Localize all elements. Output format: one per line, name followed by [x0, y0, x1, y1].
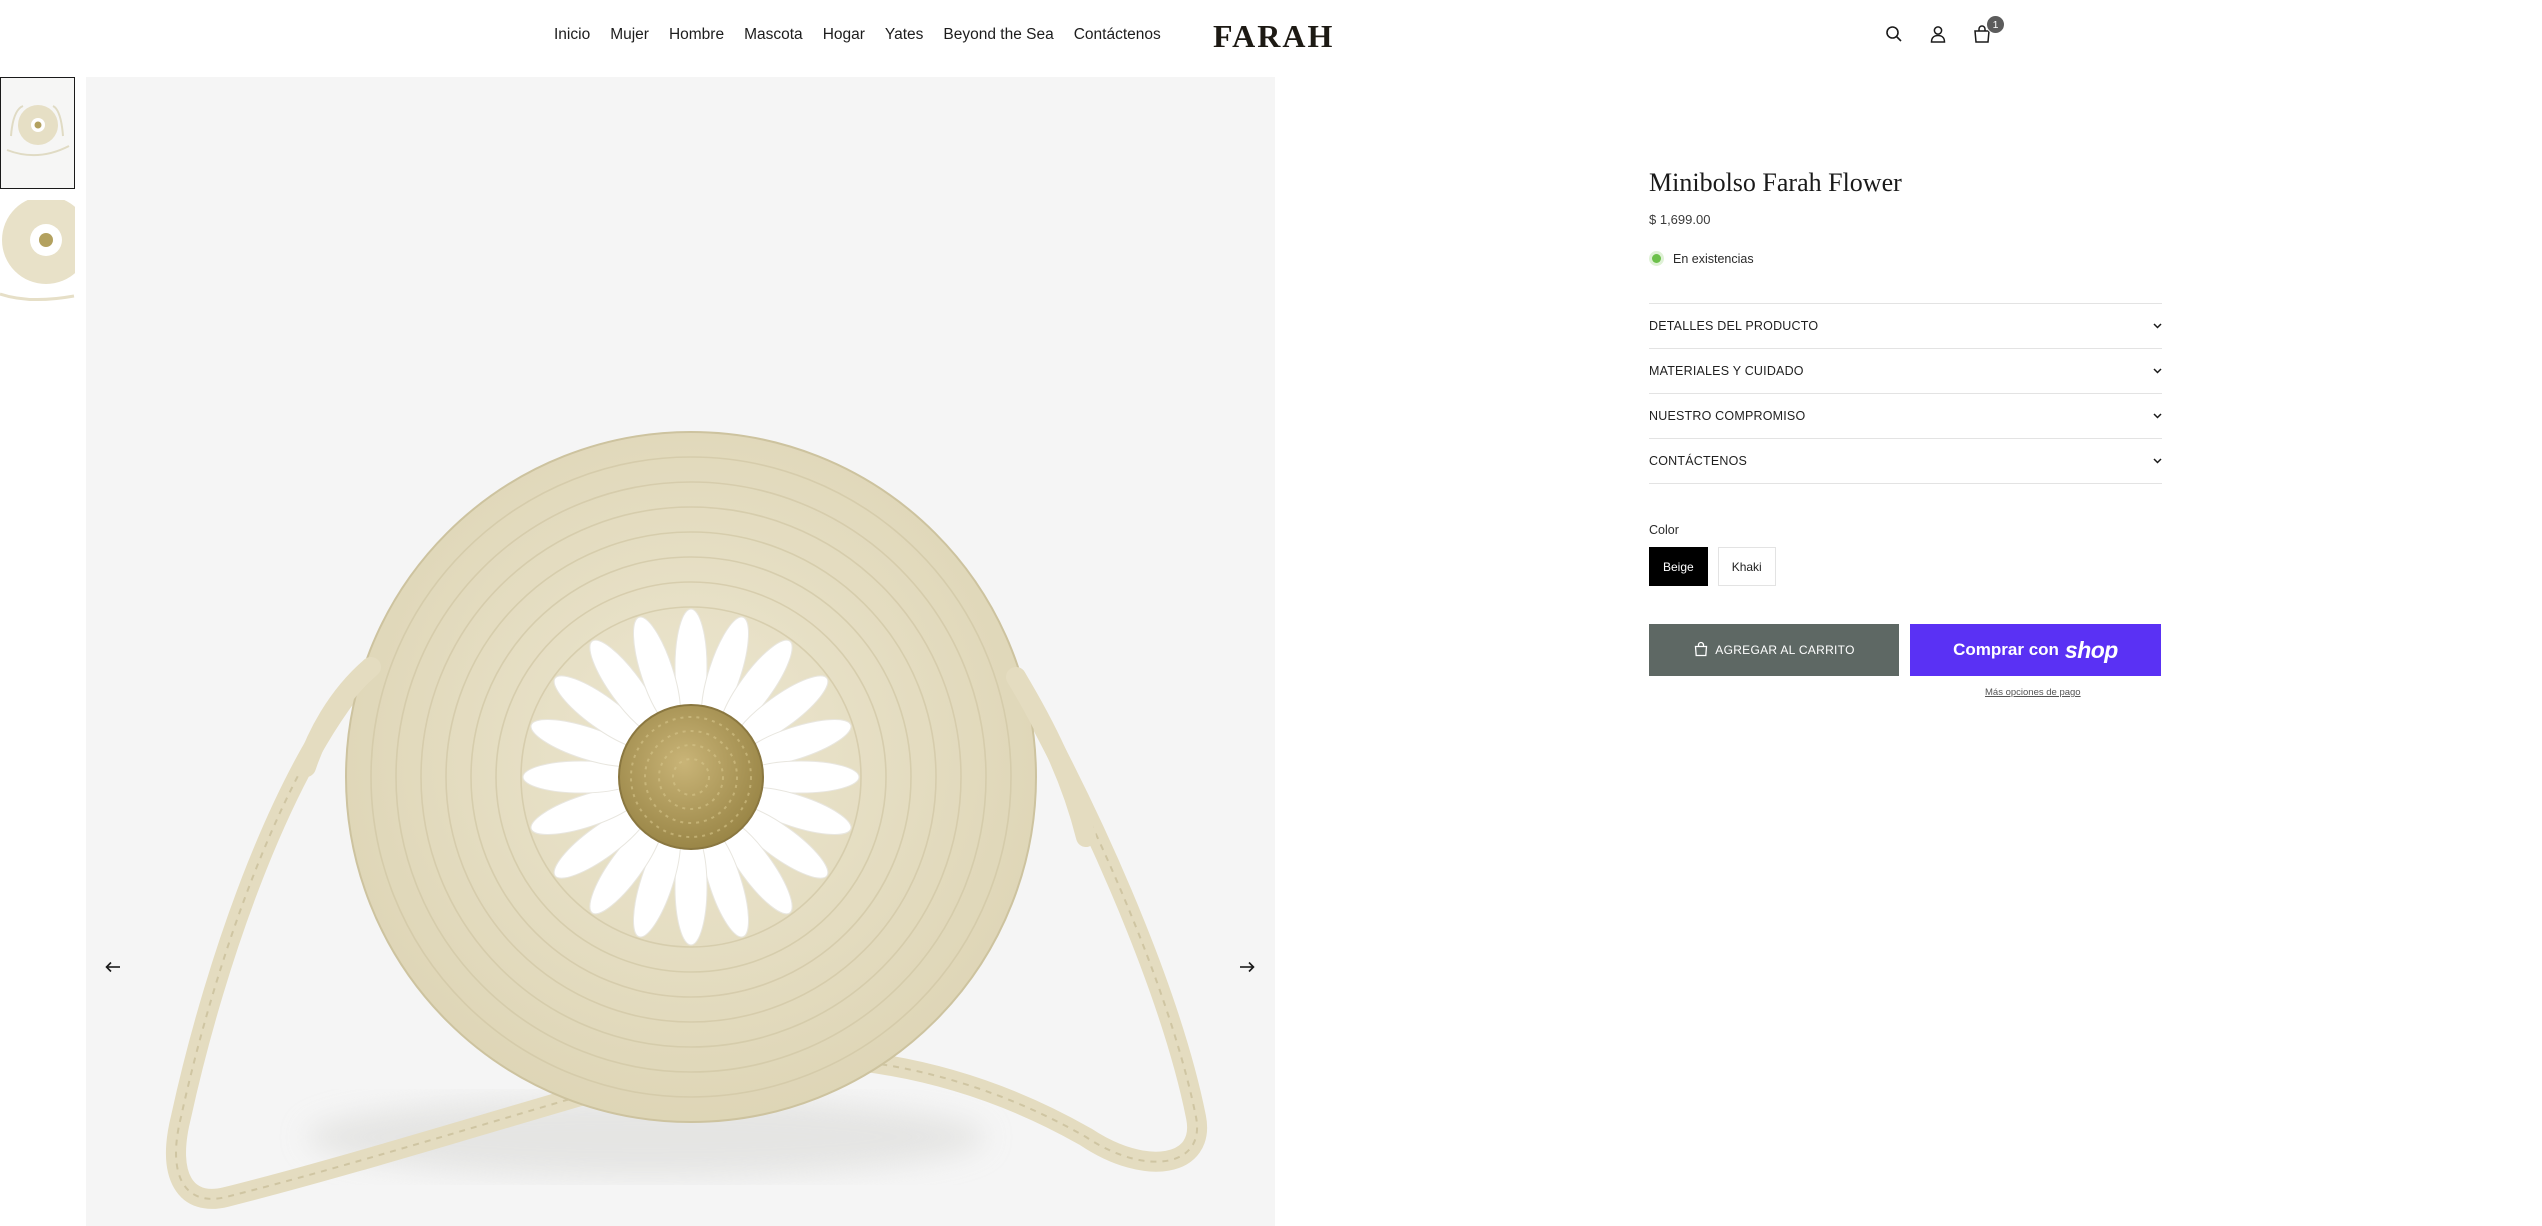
purchase-actions: AGREGAR AL CARRITO Comprar con shop	[1649, 624, 2162, 676]
accordion-materiales-y-cuidado[interactable]: MATERIALES Y CUIDADO	[1649, 349, 2162, 394]
product-info: Minibolso Farah Flower $ 1,699.00 En exi…	[1649, 168, 2162, 698]
gallery-prev-arrow-icon[interactable]	[95, 949, 131, 985]
accordion-label: CONTÁCTENOS	[1649, 454, 1748, 468]
cart-count-badge: 1	[1986, 15, 2005, 34]
stock-indicator-icon	[1649, 251, 1664, 266]
product-title: Minibolso Farah Flower	[1649, 168, 1902, 197]
color-swatches: Beige Khaki	[1649, 547, 2162, 586]
gallery-next-arrow-icon[interactable]	[1229, 949, 1265, 985]
stock-status: En existencias	[1649, 251, 2162, 266]
brand-logo[interactable]: FARAH	[1213, 18, 1334, 55]
header-actions: 1	[1882, 15, 2005, 46]
shopping-bag-icon	[1693, 641, 1709, 660]
product-price: $ 1,699.00	[1649, 212, 1711, 227]
more-payment-options-link[interactable]: Más opciones de pago	[1985, 687, 2162, 698]
add-to-cart-label: AGREGAR AL CARRITO	[1715, 643, 1855, 657]
account-icon[interactable]	[1926, 22, 1950, 46]
thumbnail-list	[0, 77, 76, 312]
nav-item-beyond-the-sea[interactable]: Beyond the Sea	[943, 26, 1053, 44]
nav-item-hombre[interactable]: Hombre	[669, 26, 724, 44]
accordion-label: DETALLES DEL PRODUCTO	[1649, 319, 1819, 333]
chevron-down-icon	[2152, 321, 2162, 331]
main-nav: Inicio Mujer Hombre Mascota Hogar Yates …	[554, 26, 1181, 44]
thumbnail-bag-full-view[interactable]	[0, 77, 75, 189]
search-icon[interactable]	[1882, 22, 1906, 46]
nav-item-contactenos[interactable]: Contáctenos	[1074, 26, 1161, 44]
add-to-cart-button[interactable]: AGREGAR AL CARRITO	[1649, 624, 1899, 676]
cart-icon[interactable]: 1	[1970, 15, 2005, 46]
nav-item-yates[interactable]: Yates	[885, 26, 924, 44]
nav-item-hogar[interactable]: Hogar	[823, 26, 865, 44]
chevron-down-icon	[2152, 411, 2162, 421]
color-swatch-beige[interactable]: Beige	[1649, 547, 1708, 586]
accordion-detalles-del-producto[interactable]: DETALLES DEL PRODUCTO	[1649, 304, 2162, 349]
product-main-image	[86, 77, 1275, 1226]
site-header: Inicio Mujer Hombre Mascota Hogar Yates …	[0, 0, 2542, 76]
stock-status-label: En existencias	[1673, 251, 1754, 266]
accordion-contactenos[interactable]: CONTÁCTENOS	[1649, 439, 2162, 484]
nav-item-mujer[interactable]: Mujer	[610, 26, 649, 44]
color-swatch-khaki[interactable]: Khaki	[1717, 547, 1776, 586]
shop-pay-prefix: Comprar con	[1953, 640, 2059, 659]
nav-item-inicio[interactable]: Inicio	[554, 26, 590, 44]
accordion-nuestro-compromiso[interactable]: NUESTRO COMPROMISO	[1649, 394, 2162, 439]
shop-pay-button[interactable]: Comprar con shop	[1910, 624, 2161, 676]
color-option-label: Color	[1649, 523, 1679, 537]
chevron-down-icon	[2152, 456, 2162, 466]
accordion-label: MATERIALES Y CUIDADO	[1649, 364, 1804, 378]
thumbnail-bag-flower-detail[interactable]	[0, 200, 75, 312]
chevron-down-icon	[2152, 366, 2162, 376]
shop-pay-logo: shop	[2064, 636, 2118, 663]
accordion-label: NUESTRO COMPROMISO	[1649, 409, 1806, 423]
nav-item-mascota[interactable]: Mascota	[744, 26, 803, 44]
product-accordion: DETALLES DEL PRODUCTO MATERIALES Y CUIDA…	[1649, 303, 2162, 484]
